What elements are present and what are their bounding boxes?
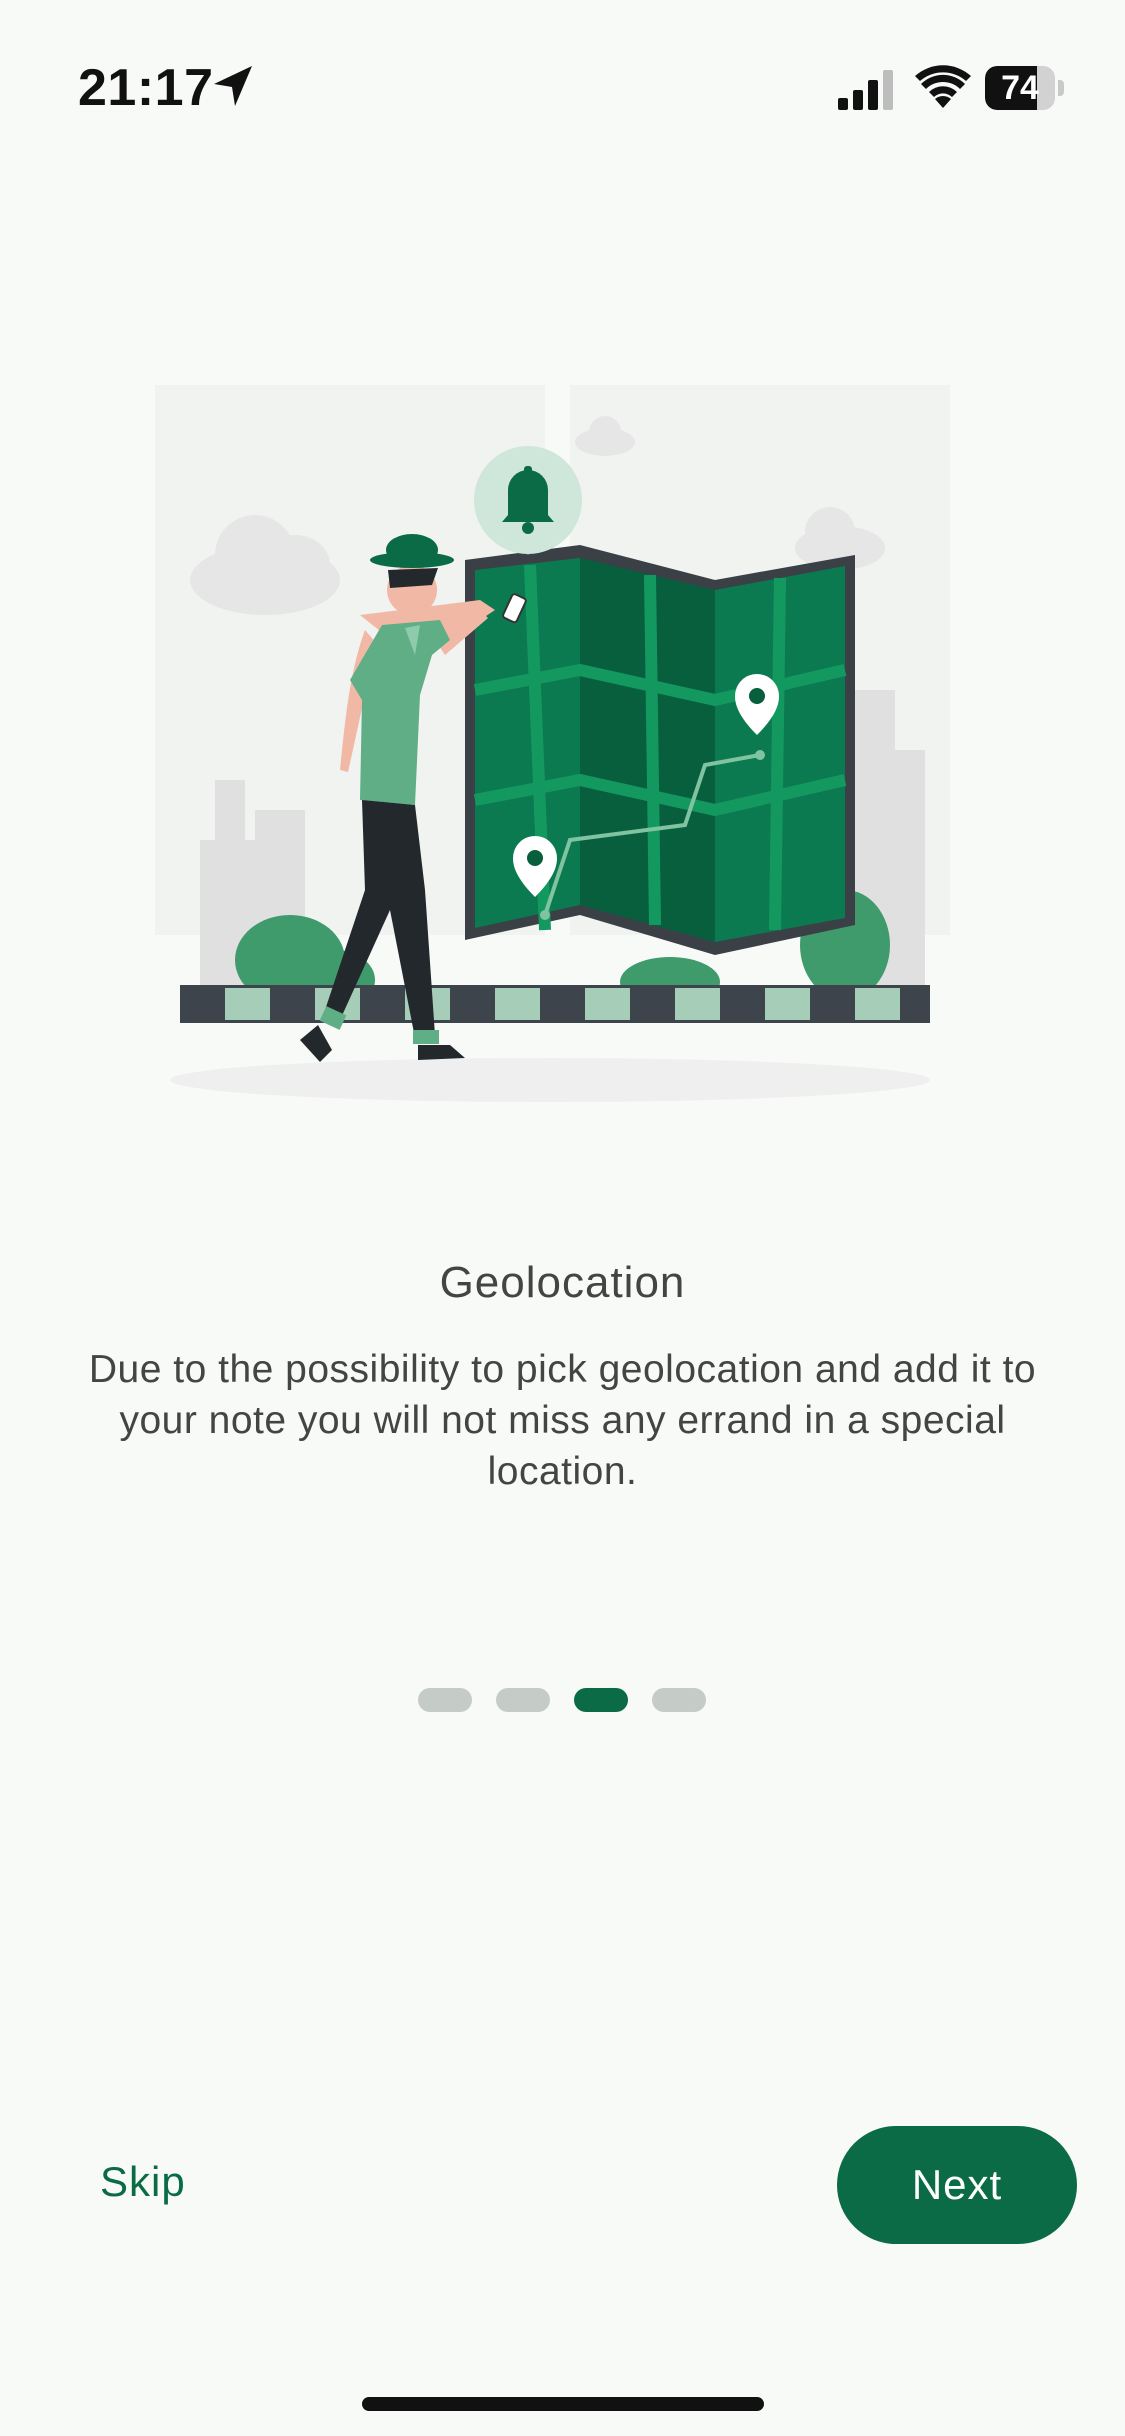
battery-icon: 74 [985, 66, 1065, 110]
ground-shadow [170, 1058, 930, 1102]
page-dot-active[interactable] [574, 1688, 628, 1712]
page-dot[interactable] [652, 1688, 706, 1712]
person-walking-with-map-illustration [155, 385, 950, 1102]
page-dot[interactable] [418, 1688, 472, 1712]
battery-cap [1058, 80, 1064, 96]
onboarding-title: Geolocation [439, 1258, 686, 1307]
wifi-icon [915, 65, 971, 108]
onboarding-description: Due to the possibility to pick geolocati… [88, 1348, 1037, 1493]
battery-level: 74 [1001, 69, 1039, 107]
next-button-label: Next [911, 2161, 1003, 2208]
next-button[interactable]: Next [837, 2126, 1077, 2244]
skip-button[interactable]: Skip [100, 2158, 186, 2206]
sidewalk-curb [180, 985, 930, 1023]
cellular-signal-icon [838, 70, 893, 110]
home-indicator[interactable] [362, 2397, 764, 2411]
status-time: 21:17 [78, 59, 214, 117]
page-indicator [418, 1688, 706, 1712]
status-bar: 21:17 74 [0, 0, 1125, 150]
page-dot[interactable] [496, 1688, 550, 1712]
battery-body: 74 [985, 66, 1055, 110]
location-arrow-icon [214, 66, 252, 106]
